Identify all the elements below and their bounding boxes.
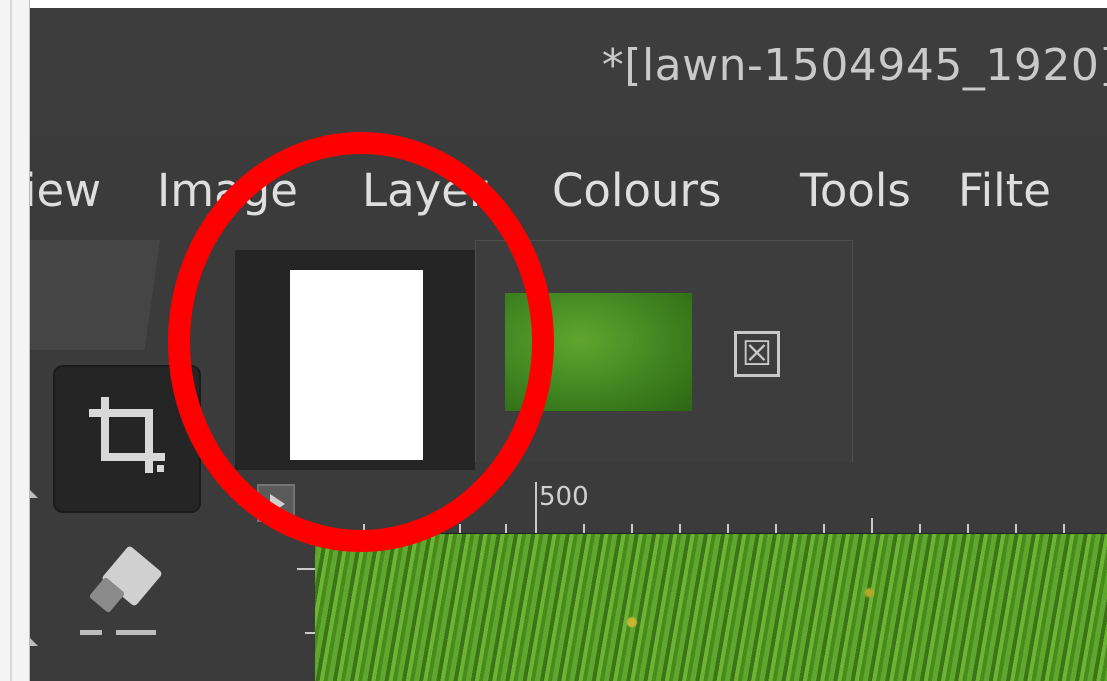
menu-colours[interactable]: Colours <box>552 164 721 217</box>
menu-bar: iew Image Layer Colours Tools Filte <box>30 136 1107 240</box>
image-tab-active[interactable] <box>235 250 475 470</box>
white-image-thumbnail <box>290 270 423 460</box>
close-icon[interactable]: ☒ <box>734 331 780 377</box>
canvas-area: 500 <box>235 472 1107 681</box>
image-canvas[interactable] <box>315 534 1107 681</box>
title-bar: *[lawn-1504945_1920] <box>30 8 1107 137</box>
screen-left-border <box>0 0 30 681</box>
lawn-image-thumbnail <box>505 293 692 411</box>
toolbox <box>30 240 235 681</box>
crop-tool-button[interactable] <box>53 365 201 513</box>
image-tabs-bar: ☒ <box>235 240 1107 472</box>
eraser-baseline <box>116 630 156 635</box>
menu-image[interactable]: Image <box>157 164 298 217</box>
menu-tools[interactable]: Tools <box>800 164 911 217</box>
menu-view[interactable]: iew <box>30 164 101 217</box>
tool-group-arrow-icon <box>30 490 38 498</box>
vertical-ruler[interactable] <box>275 534 315 681</box>
horizontal-ruler[interactable]: 500 <box>305 472 1107 534</box>
toolbox-tab[interactable] <box>30 240 160 350</box>
gimp-window: *[lawn-1504945_1920] iew Image Layer Col… <box>30 8 1107 681</box>
ruler-label: 500 <box>539 482 589 512</box>
crop-icon <box>89 397 165 473</box>
menu-filters[interactable]: Filte <box>958 164 1051 217</box>
menu-layer[interactable]: Layer <box>362 164 487 217</box>
eraser-tool-button[interactable] <box>80 540 180 650</box>
window-title: *[lawn-1504945_1920] <box>601 40 1107 91</box>
eraser-baseline <box>80 630 102 635</box>
quick-mask-play-icon[interactable] <box>257 484 295 522</box>
image-tab-lawn[interactable]: ☒ <box>475 240 853 462</box>
tool-group-arrow-icon <box>30 638 38 646</box>
